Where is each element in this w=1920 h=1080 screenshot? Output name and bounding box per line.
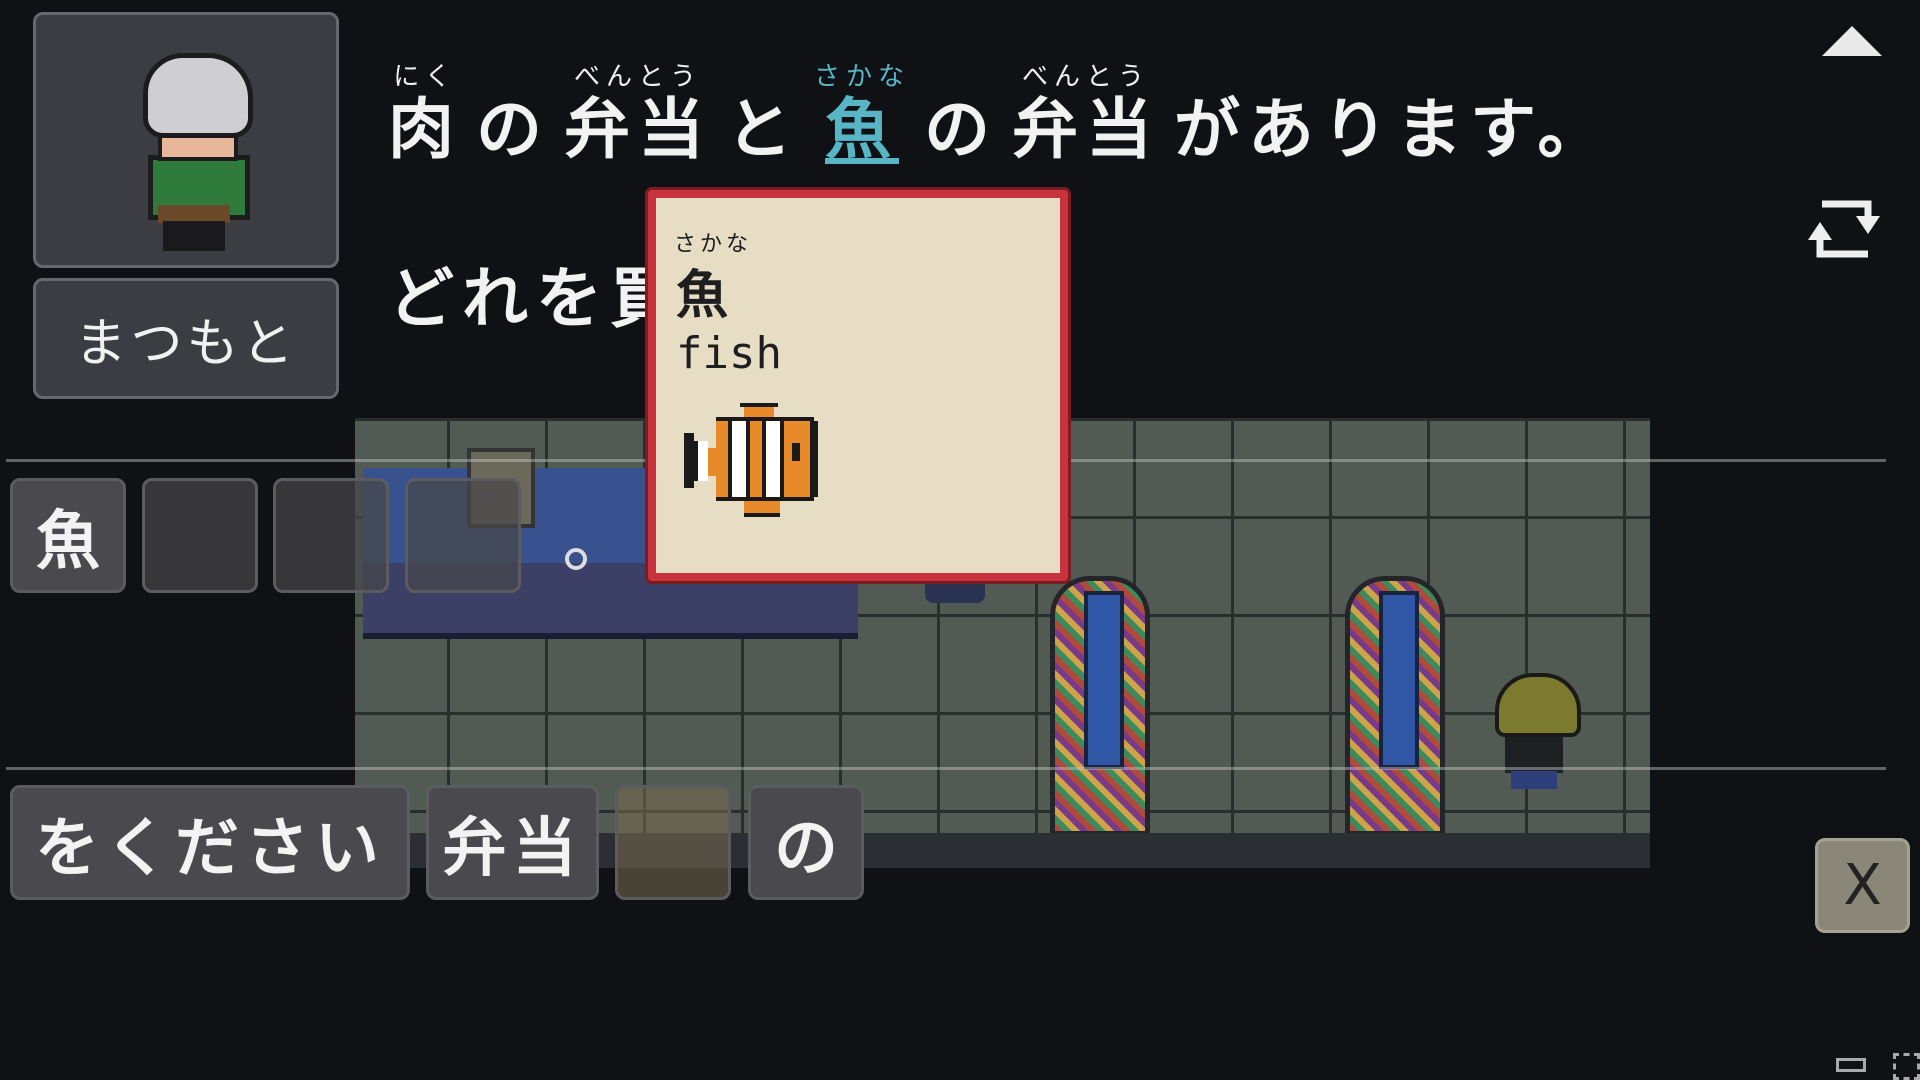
word-choice-tile[interactable]: をください — [10, 785, 410, 900]
speaker-sprite — [118, 53, 268, 253]
word-segment[interactable]: があります。 — [1174, 56, 1611, 170]
answer-slot[interactable] — [273, 478, 389, 593]
popup-meaning: fish — [676, 328, 782, 379]
speaker-portrait — [33, 12, 339, 268]
shelf — [1345, 576, 1445, 836]
answer-slot[interactable] — [142, 478, 258, 593]
word-text: 弁当 — [1012, 91, 1161, 168]
word-text: と — [726, 91, 800, 168]
furigana: べんとう — [1022, 62, 1151, 92]
word-text: 弁当 — [564, 91, 712, 168]
word-text: があります。 — [1174, 91, 1612, 168]
sprite-hair — [143, 53, 253, 138]
word-text: の — [476, 91, 550, 168]
close-button[interactable]: X — [1815, 838, 1910, 933]
fullscreen-icon[interactable] — [1893, 1053, 1920, 1080]
word-choice-tile-empty[interactable] — [615, 785, 731, 900]
window-mode-icon[interactable] — [1836, 1058, 1866, 1072]
cursor-marker — [565, 548, 587, 570]
word-segment[interactable]: べんとう 弁当 — [1012, 56, 1160, 170]
word-choice-tile[interactable]: の — [748, 785, 864, 900]
player-legs — [1511, 771, 1557, 789]
word-segment[interactable]: と — [726, 56, 800, 170]
player-hair — [1495, 673, 1581, 737]
answer-slot[interactable] — [405, 478, 521, 593]
clownfish-icon — [684, 403, 818, 517]
furigana: にく — [393, 62, 457, 92]
word-segment[interactable]: の — [924, 56, 998, 170]
word-segment[interactable]: べんとう 弁当 — [564, 56, 712, 170]
furigana: べんとう — [573, 62, 702, 92]
divider — [6, 767, 1886, 770]
scroll-up-arrow-icon[interactable] — [1822, 26, 1882, 56]
word-segment[interactable]: の — [476, 56, 550, 170]
word-text: 肉 — [388, 91, 462, 168]
shelf — [1050, 576, 1150, 836]
shelf-glass — [1379, 591, 1419, 769]
answer-slot[interactable]: 魚 — [10, 478, 126, 593]
word-segment[interactable]: にく肉 — [388, 56, 462, 170]
player-character — [1495, 673, 1581, 791]
word-text: 魚 — [825, 91, 899, 168]
furigana: さかな — [814, 62, 911, 92]
dialogue-line-1: にく肉 の べんとう 弁当 と さかな魚 の べんとう 弁当 があります。 — [388, 50, 1625, 170]
word-text: の — [924, 91, 999, 168]
popup-word: 魚 — [676, 266, 729, 326]
word-segment-highlighted[interactable]: さかな魚 — [814, 56, 910, 170]
sprite-legs — [163, 221, 225, 251]
dictionary-popup[interactable]: さかな 魚 fish — [648, 190, 1068, 581]
speaker-name: まつもと — [33, 278, 339, 399]
shelf-glass — [1084, 591, 1124, 769]
word-choice-tile[interactable]: 弁当 — [426, 785, 599, 900]
swap-icon[interactable] — [1798, 188, 1890, 270]
dialogue-line-2: どれを買 — [388, 260, 684, 337]
